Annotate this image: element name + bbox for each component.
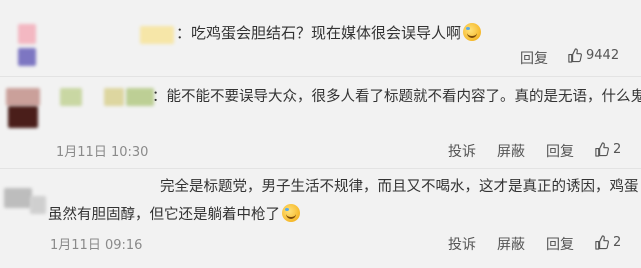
like-button[interactable]: 2 <box>594 235 621 250</box>
report-button[interactable]: 投诉 <box>448 141 476 161</box>
like-button[interactable]: 2 <box>594 142 621 157</box>
comment-text: 完全是标题党，男子生活不规律，而且又不喝水，这才是真正的诱因，鸡蛋 <box>160 179 639 195</box>
avatar[interactable] <box>6 88 40 106</box>
avatar <box>8 106 38 128</box>
reply-button[interactable]: 回复 <box>546 141 574 161</box>
username-blurred[interactable] <box>140 26 174 44</box>
comment-date: 1月11日 10:30 <box>56 145 149 160</box>
divider <box>0 168 641 169</box>
divider <box>0 76 641 77</box>
like-count: 2 <box>613 142 622 157</box>
thumbs-up-icon <box>568 48 582 63</box>
laugh-cry-emoji <box>463 23 482 41</box>
block-button[interactable]: 屏蔽 <box>497 141 525 161</box>
comment-text: 虽然有胆固醇，但它还是躺着中枪了 <box>48 204 300 226</box>
thumbs-up-icon <box>595 235 609 250</box>
comment-text: ：能不能不要误导大众，很多人看了标题就不看内容了。真的是无语，什么鬼新 <box>152 89 641 105</box>
laugh-cry-emoji <box>282 204 300 222</box>
reply-button[interactable]: 回复 <box>520 48 548 68</box>
block-button[interactable]: 屏蔽 <box>497 234 525 254</box>
avatar <box>18 48 36 66</box>
like-count: 9442 <box>586 48 620 63</box>
like-button[interactable]: 9442 <box>567 48 619 63</box>
username-blurred <box>126 88 154 106</box>
thumbs-up-icon <box>595 142 609 157</box>
avatar[interactable] <box>4 188 32 208</box>
username-blurred[interactable] <box>60 88 82 106</box>
reply-button[interactable]: 回复 <box>546 234 574 254</box>
username-blurred <box>104 88 124 106</box>
comment-text: ：吃鸡蛋会胆结石？现在媒体很会误导人啊 <box>176 22 482 44</box>
report-button[interactable]: 投诉 <box>448 234 476 254</box>
comment-date: 1月11日 09:16 <box>50 238 143 253</box>
avatar[interactable] <box>18 24 36 44</box>
like-count: 2 <box>613 235 622 250</box>
avatar <box>30 196 46 214</box>
